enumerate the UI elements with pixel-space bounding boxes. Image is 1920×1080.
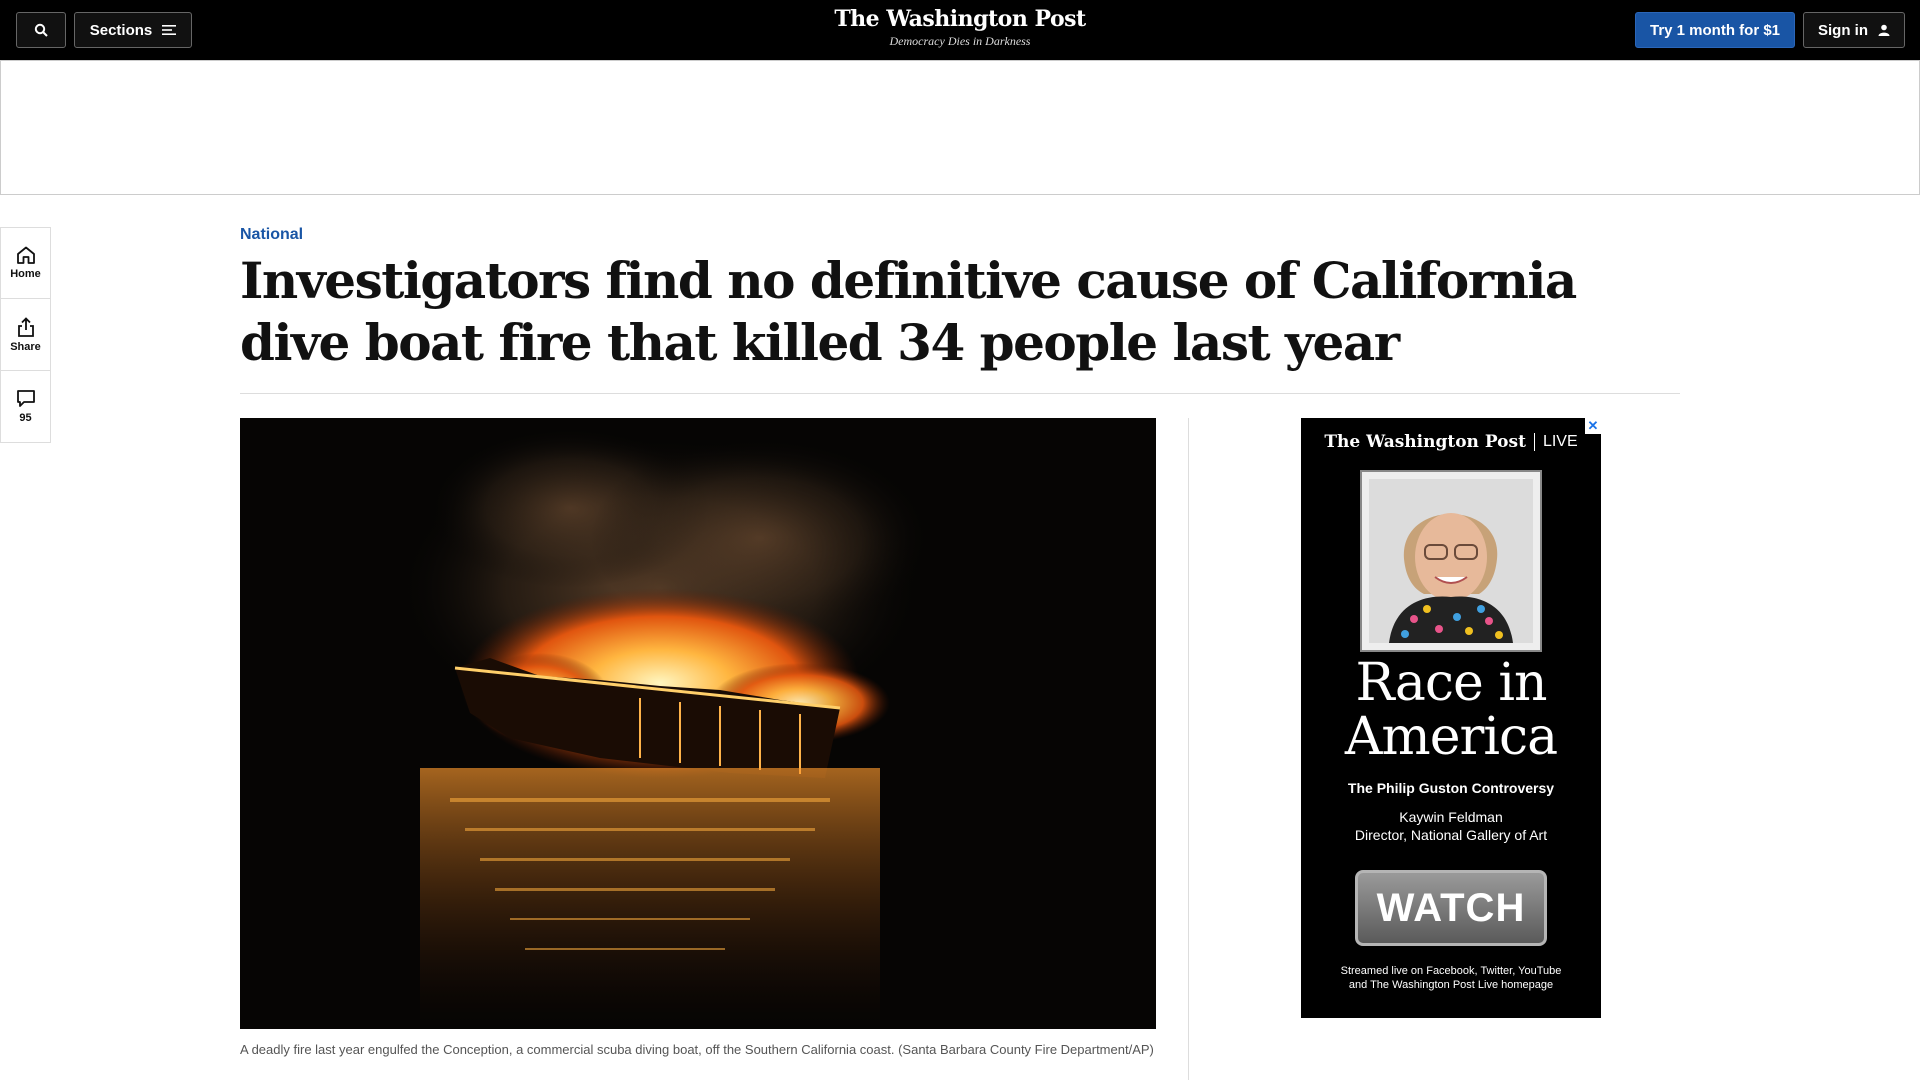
ad-speaker-role: Director, National Gallery of Art	[1354, 827, 1548, 843]
ad-title-line1: Race in	[1355, 653, 1548, 713]
home-label: Home	[10, 268, 41, 280]
ad-live-label: LIVE	[1533, 433, 1578, 451]
ad-speaker-name: Kaywin Feldman	[1399, 809, 1503, 825]
comments-count: 95	[19, 412, 32, 424]
speaker-portrait	[1360, 470, 1542, 652]
search-icon	[34, 23, 48, 37]
share-label: Share	[10, 340, 41, 353]
lead-photo-boat-fire[interactable]	[240, 418, 1156, 1029]
search-button[interactable]	[16, 12, 66, 48]
masthead[interactable]: The Washington Post Democracy Dies in Da…	[760, 6, 1160, 49]
ad-speaker: Kaywin Feldman Director, National Galler…	[1301, 808, 1601, 844]
share-rail-button[interactable]: Share	[0, 299, 51, 371]
home-rail-button[interactable]: Home	[0, 227, 51, 299]
comments-rail-button[interactable]: 95	[0, 371, 51, 443]
column-divider	[1188, 418, 1189, 1080]
site-logo[interactable]: The Washington Post	[760, 6, 1160, 32]
ad-footer-line1: Streamed live on Facebook, Twitter, YouT…	[1340, 965, 1562, 977]
section-kicker-link[interactable]: National	[240, 226, 303, 244]
headline-divider	[240, 393, 1680, 394]
watch-button[interactable]: WATCH	[1355, 870, 1547, 946]
ad-footer-line2: and The Washington Post Live homepage	[1348, 979, 1554, 991]
ad-subtitle: The Philip Guston Controversy	[1347, 780, 1555, 796]
sections-label: Sections	[89, 21, 153, 39]
left-rail: Home Share 95	[0, 227, 51, 443]
ad-footer: Streamed live on Facebook, Twitter, YouT…	[1301, 964, 1601, 992]
ad-brand-logo: The Washington Post	[1324, 432, 1526, 452]
sign-in-button[interactable]: Sign in	[1803, 12, 1905, 48]
ad-title: Race in America	[1301, 656, 1601, 764]
ad-brand: The Washington Post LIVE	[1301, 432, 1601, 452]
ad-title-line2: America	[1344, 707, 1558, 767]
sections-button[interactable]: Sections	[74, 12, 192, 48]
home-icon	[16, 246, 35, 264]
top-nav-bar: Sections The Washington Post Democracy D…	[0, 0, 1920, 60]
top-ad-banner	[0, 60, 1920, 195]
sign-in-label: Sign in	[1818, 21, 1868, 39]
sidebar-advertisement[interactable]: ✕ The Washington Post LIVE Race in Ameri…	[1301, 418, 1601, 1018]
subscribe-button[interactable]: Try 1 month for $1	[1635, 12, 1795, 48]
photo-caption: A deadly fire last year engulfed the Con…	[240, 1042, 1154, 1057]
site-tagline: Democracy Dies in Darkness	[889, 34, 1031, 48]
user-icon	[1878, 24, 1890, 36]
comment-icon	[16, 390, 35, 407]
article-headline: Investigators find no definitive cause o…	[240, 251, 1577, 372]
share-icon	[17, 316, 34, 337]
menu-icon	[162, 25, 177, 35]
